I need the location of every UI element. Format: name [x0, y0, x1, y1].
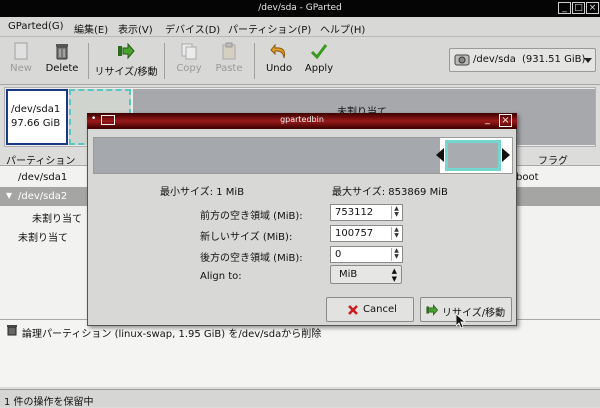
toolbar-separator: [164, 43, 165, 79]
segment-name: /dev/sda1: [11, 104, 61, 115]
trash-icon: [56, 44, 68, 60]
copy-button-label: Copy: [176, 63, 202, 74]
spin-arrows-icon[interactable]: ▲ ▼: [391, 227, 401, 240]
menu-device[interactable]: デバイス(D): [165, 21, 220, 36]
dialog-titlebar: • gpartedbin _ ×: [87, 113, 517, 129]
undo-icon: [270, 43, 286, 59]
dialog-close-button[interactable]: ×: [499, 114, 512, 127]
max-size-label: 最大サイズ: 853869 MiB: [332, 187, 448, 198]
pending-operation-text: 論理パーティション (linux-swap, 1.95 GiB) を/dev/s…: [22, 329, 322, 340]
harddisk-icon: [454, 54, 470, 66]
new-icon: [14, 42, 28, 60]
device-size: (931.51 GiB): [522, 54, 586, 65]
new-size-spinbox[interactable]: 100757 ▲ ▼: [330, 225, 403, 242]
dialog-minimize-button[interactable]: _: [485, 114, 490, 125]
column-header-partition[interactable]: パーティション: [6, 152, 75, 167]
partition-flag: boot: [516, 172, 539, 183]
status-text: 1 件の操作を保留中: [4, 397, 94, 408]
apply-button[interactable]: Apply: [302, 41, 336, 81]
spin-arrows-icon[interactable]: ▲ ▼: [391, 248, 401, 261]
resize-move-button[interactable]: リサイズ/移動: [94, 41, 158, 81]
delete-operation-icon: [7, 325, 17, 336]
resize-arrow-icon: [426, 304, 439, 316]
delete-button-label: Delete: [45, 63, 79, 74]
partition-name: /dev/sda1: [18, 172, 68, 183]
chevron-down-icon: [584, 58, 592, 63]
menubar: GParted(G) 編集(E) 表示(V) デバイス(D) パーティション(P…: [0, 17, 600, 37]
spin-arrows-icon[interactable]: ▲ ▼: [391, 206, 401, 219]
partition-name: 未割り当て: [32, 214, 82, 225]
free-before-label: 前方の空き領域 (MiB):: [200, 211, 303, 222]
copy-icon: [181, 43, 197, 60]
device-name: /dev/sda: [473, 54, 516, 65]
align-value: MiB: [339, 269, 358, 280]
min-size-label: 最小サイズ: 1 MiB: [160, 187, 245, 198]
close-button[interactable]: ×: [586, 2, 599, 14]
new-size-value: 100757: [335, 228, 374, 239]
expander-icon[interactable]: ▼: [6, 191, 12, 200]
align-label: Align to:: [200, 271, 242, 282]
right-resize-handle-icon[interactable]: [502, 148, 510, 162]
resize-move-confirm-label: リサイズ/移動: [442, 308, 506, 319]
free-after-spinbox[interactable]: 0 ▲ ▼: [330, 246, 403, 263]
partition-name: 未割り当て: [18, 233, 68, 244]
apply-button-label: Apply: [304, 63, 334, 74]
align-combobox[interactable]: MiB ▲ ▼: [330, 265, 402, 284]
partition-name: /dev/sda2: [18, 191, 68, 202]
status-bar: 1 件の操作を保留中: [0, 389, 600, 408]
window-title: /dev/sda - GParted: [258, 3, 342, 13]
menu-edit[interactable]: 編集(E): [74, 21, 108, 36]
menu-help[interactable]: ヘルプ(H): [320, 21, 365, 36]
new-size-label: 新しいサイズ (MiB):: [200, 232, 293, 243]
free-after-value: 0: [335, 249, 342, 260]
undo-button-label: Undo: [265, 63, 293, 74]
toolbar-separator: [88, 43, 89, 79]
resize-graphic-free-space: [94, 138, 440, 173]
paste-button[interactable]: Paste: [212, 41, 246, 81]
check-icon: [310, 44, 328, 60]
delete-button[interactable]: Delete: [42, 41, 82, 81]
disk-map-partition-sda1[interactable]: /dev/sda1 97.66 GiB: [6, 89, 68, 145]
free-before-value: 753112: [335, 207, 374, 218]
free-after-label: 後方の空き領域 (MiB):: [200, 253, 303, 264]
new-button[interactable]: New: [6, 41, 36, 81]
resize-arrow-icon: [118, 42, 135, 60]
mouse-pointer-icon: [456, 314, 466, 328]
device-selector[interactable]: /dev/sda (931.51 GiB): [449, 48, 596, 72]
window-titlebar: /dev/sda - GParted _ □ ×: [0, 0, 600, 17]
menu-partition[interactable]: パーティション(P): [228, 21, 311, 36]
undo-button[interactable]: Undo: [262, 41, 296, 81]
paste-icon: [222, 42, 236, 60]
pending-operations-pane: 論理パーティション (linux-swap, 1.95 GiB) を/dev/s…: [0, 319, 600, 387]
resize-move-button-label: リサイズ/移動: [94, 67, 158, 78]
cancel-button-label: Cancel: [363, 304, 397, 315]
new-button-label: New: [10, 63, 32, 74]
column-header-flag[interactable]: フラグ: [538, 152, 568, 167]
menu-gparted[interactable]: GParted(G): [8, 21, 64, 32]
cancel-icon: [348, 305, 358, 315]
free-before-spinbox[interactable]: 753112 ▲ ▼: [330, 204, 403, 221]
combo-arrows-icon: ▲ ▼: [391, 267, 397, 283]
cancel-button[interactable]: Cancel: [326, 297, 414, 322]
copy-button[interactable]: Copy: [172, 41, 206, 81]
menu-view[interactable]: 表示(V): [118, 21, 153, 36]
maximize-button[interactable]: □: [572, 2, 585, 14]
paste-button-label: Paste: [215, 63, 243, 74]
toolbar-separator: [254, 43, 255, 79]
left-resize-handle-icon[interactable]: [436, 148, 444, 162]
resize-graphic-partition[interactable]: [445, 140, 501, 171]
resize-move-confirm-button[interactable]: リサイズ/移動: [420, 297, 512, 322]
dialog-title: gpartedbin: [280, 115, 324, 124]
minimize-button[interactable]: _: [558, 2, 571, 14]
segment-size: 97.66 GiB: [11, 118, 61, 129]
